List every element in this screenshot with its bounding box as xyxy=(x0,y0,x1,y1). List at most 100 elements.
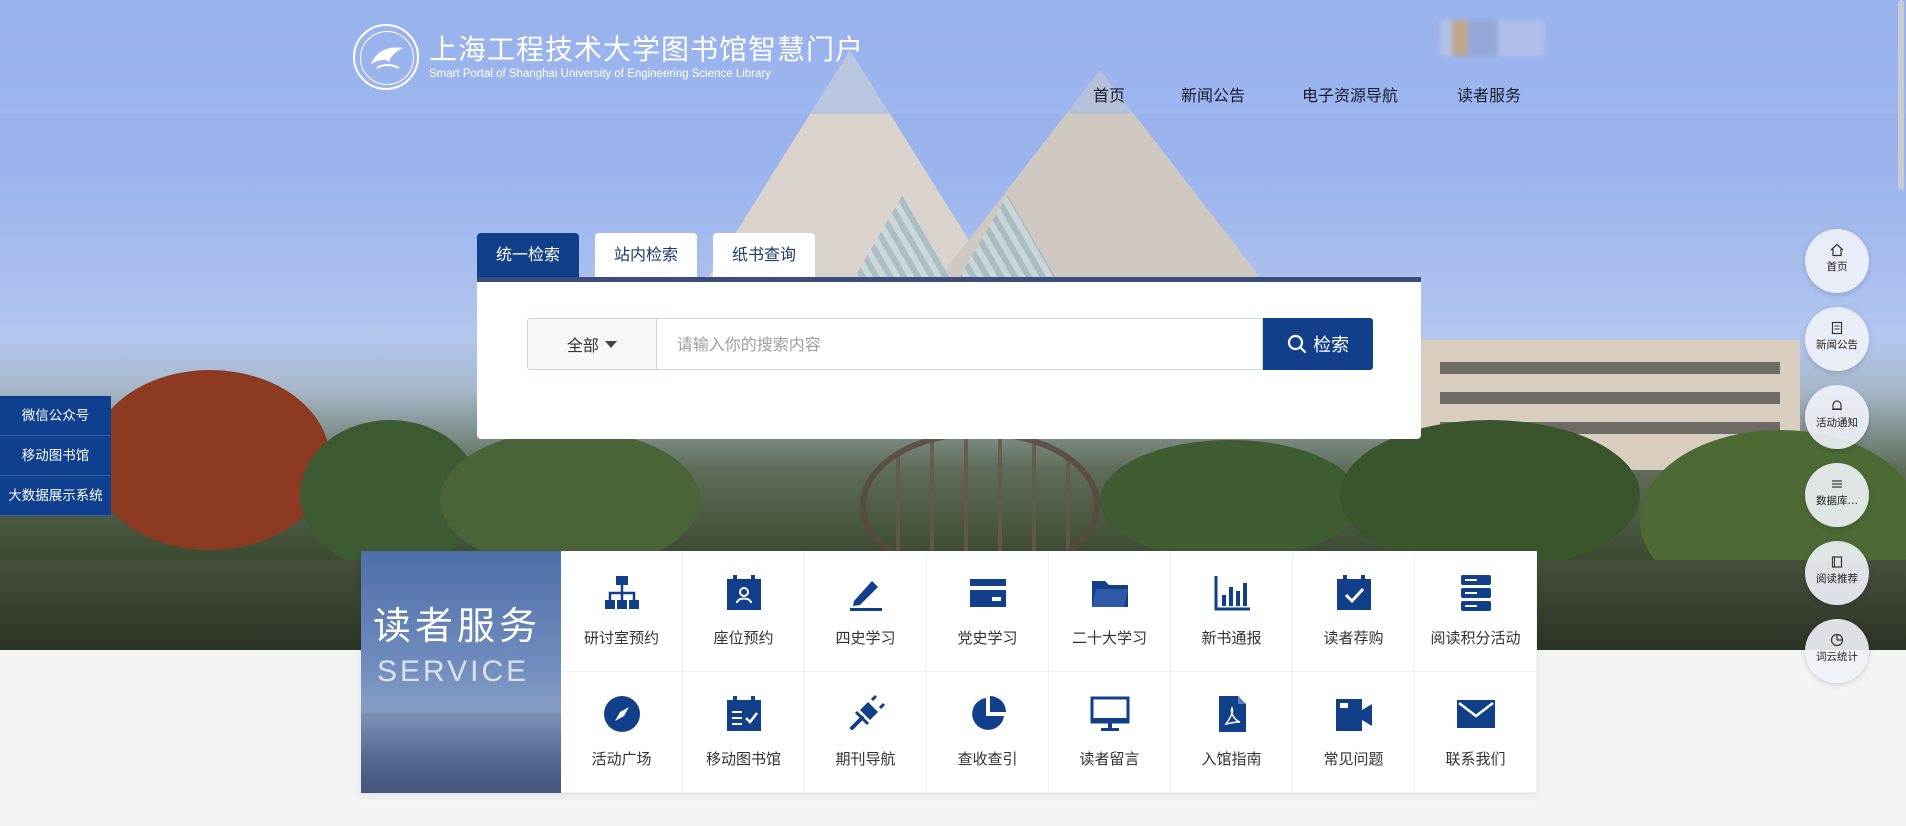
service-item-label: 读者荐购 xyxy=(1323,629,1384,647)
service-item-label: 研讨室预约 xyxy=(583,629,659,647)
pie-icon xyxy=(1830,633,1844,647)
nav-eresources[interactable]: 电子资源导航 xyxy=(1302,82,1398,106)
search-button-label: 检索 xyxy=(1313,335,1350,356)
service-item-label: 党史学习 xyxy=(957,629,1018,647)
service-item-reader-message[interactable]: 读者留言 xyxy=(1049,672,1171,793)
float-wordcloud-label: 词云统计 xyxy=(1816,651,1858,663)
mail-icon xyxy=(1456,700,1495,728)
nav-news[interactable]: 新闻公告 xyxy=(1181,82,1245,106)
float-database-label: 数据库… xyxy=(1816,495,1858,507)
service-item-label: 四史学习 xyxy=(835,629,896,647)
compass-icon xyxy=(603,696,640,732)
calendar-list-icon xyxy=(726,696,761,731)
service-item-seminar-room[interactable]: 研讨室预约 xyxy=(561,551,683,672)
scope-value: 全部 xyxy=(566,336,599,355)
monitor-icon xyxy=(1090,696,1129,731)
service-item-label: 联系我们 xyxy=(1445,750,1506,768)
service-item-label: 读者留言 xyxy=(1079,750,1140,768)
service-item-label: 新书通报 xyxy=(1201,629,1262,647)
video-icon xyxy=(1335,699,1372,731)
tab-site-search[interactable]: 站内检索 xyxy=(595,233,698,277)
service-title: 读者服务 xyxy=(373,604,542,648)
float-activity[interactable]: 活动通知 xyxy=(1805,385,1869,449)
news-icon xyxy=(1831,321,1843,335)
service-item-label: 活动广场 xyxy=(591,750,652,768)
service-title-en: SERVICE xyxy=(377,655,530,688)
float-home[interactable]: 首页 xyxy=(1805,229,1869,293)
search-icon xyxy=(1288,334,1307,354)
bell-icon xyxy=(1832,400,1842,410)
service-item-seat-booking[interactable]: 座位预约 xyxy=(683,551,805,672)
service-item-label: 阅读积分活动 xyxy=(1430,629,1521,647)
site-logo[interactable]: 上海工程技术大学图书馆智慧门户 Smart Portal of Shanghai… xyxy=(353,24,864,90)
search-input[interactable] xyxy=(656,318,1264,370)
scope-select[interactable]: 全部 xyxy=(527,318,657,370)
service-item-twentieth-congress[interactable]: 二十大学习 xyxy=(1049,551,1171,672)
banner-water xyxy=(361,713,561,793)
service-item-contact[interactable]: 联系我们 xyxy=(1415,672,1537,793)
service-item-journal-nav[interactable]: 期刊导航 xyxy=(805,672,927,793)
tree xyxy=(1100,440,1360,560)
service-item-party-history[interactable]: 党史学习 xyxy=(927,551,1049,672)
user-avatar[interactable] xyxy=(1440,20,1545,56)
folder-icon xyxy=(1091,581,1128,607)
service-item-mobile-library[interactable]: 移动图书馆 xyxy=(683,672,805,793)
service-item-reading-points[interactable]: 阅读积分活动 xyxy=(1415,551,1537,672)
search-row: 全部 检索 xyxy=(527,318,1373,370)
site-header: 上海工程技术大学图书馆智慧门户 Smart Portal of Shanghai… xyxy=(0,0,1906,114)
logo-title: 上海工程技术大学图书馆智慧门户 xyxy=(429,33,865,66)
search-button[interactable]: 检索 xyxy=(1263,318,1373,370)
service-item-label: 移动图书馆 xyxy=(705,750,781,768)
service-item-label: 期刊导航 xyxy=(835,750,896,768)
plug-icon xyxy=(849,694,885,730)
caret-down-icon xyxy=(604,340,617,348)
service-item-entry-guide[interactable]: 入馆指南 xyxy=(1171,672,1293,793)
service-item-label: 入馆指南 xyxy=(1201,750,1262,768)
search-panel: 全部 检索 xyxy=(477,277,1421,439)
service-item-label: 常见问题 xyxy=(1323,750,1384,768)
service-item-faq[interactable]: 常见问题 xyxy=(1293,672,1415,793)
float-news[interactable]: 新闻公告 xyxy=(1805,307,1869,371)
service-item-four-history[interactable]: 四史学习 xyxy=(805,551,927,672)
float-home-label: 首页 xyxy=(1826,261,1848,273)
service-item-label: 二十大学习 xyxy=(1071,629,1147,647)
float-wordcloud[interactable]: 词云统计 xyxy=(1805,619,1869,683)
service-item-activity-square[interactable]: 活动广场 xyxy=(561,672,683,793)
org-chart-icon xyxy=(604,576,639,609)
float-activity-label: 活动通知 xyxy=(1816,417,1858,429)
link-mobile-library[interactable]: 移动图书馆 xyxy=(0,436,111,476)
service-grid: 研讨室预约 座位预约 四史学习 党史学习 二十大学习 新书通报 读者荐购 阅读积… xyxy=(561,551,1537,793)
card-icon xyxy=(969,579,1006,607)
tab-unified-search[interactable]: 统一检索 xyxy=(477,233,580,277)
service-item-book-recommend[interactable]: 读者荐购 xyxy=(1293,551,1415,672)
link-bigdata[interactable]: 大数据展示系统 xyxy=(0,476,111,516)
tree xyxy=(440,430,700,570)
home-icon xyxy=(1830,243,1844,257)
pdf-icon xyxy=(1218,696,1246,732)
page-scrollbar[interactable] xyxy=(1898,0,1904,190)
logo-subtitle: Smart Portal of Shanghai University of E… xyxy=(429,68,771,80)
nav-home[interactable]: 首页 xyxy=(1093,82,1125,106)
float-database[interactable]: 数据库… xyxy=(1805,463,1869,527)
university-seal-icon xyxy=(353,24,419,90)
nav-reader-service[interactable]: 读者服务 xyxy=(1457,82,1521,106)
database-icon xyxy=(1832,480,1842,488)
reader-service-panel: 读者服务 SERVICE 研讨室预约 座位预约 四史学习 党史学习 二十大学习 … xyxy=(361,551,1537,793)
float-reading[interactable]: 阅读推荐 xyxy=(1805,541,1869,605)
calendar-check-icon xyxy=(1336,575,1371,610)
search-tabs: 统一检索 站内检索 纸书查询 xyxy=(477,233,831,277)
server-icon xyxy=(1460,575,1491,611)
service-item-citation-check[interactable]: 查收查引 xyxy=(927,672,1049,793)
service-item-label: 座位预约 xyxy=(713,629,774,647)
float-reading-label: 阅读推荐 xyxy=(1816,573,1858,585)
tree xyxy=(1340,420,1640,570)
float-news-label: 新闻公告 xyxy=(1816,339,1858,351)
link-wechat[interactable]: 微信公众号 xyxy=(0,396,111,436)
tab-book-search[interactable]: 纸书查询 xyxy=(713,233,816,277)
service-item-new-books[interactable]: 新书通报 xyxy=(1171,551,1293,672)
calendar-person-icon xyxy=(726,575,761,610)
pie-chart-icon xyxy=(971,696,1006,730)
book-icon xyxy=(1831,556,1843,568)
pen-icon xyxy=(849,581,882,611)
tree xyxy=(90,370,330,550)
